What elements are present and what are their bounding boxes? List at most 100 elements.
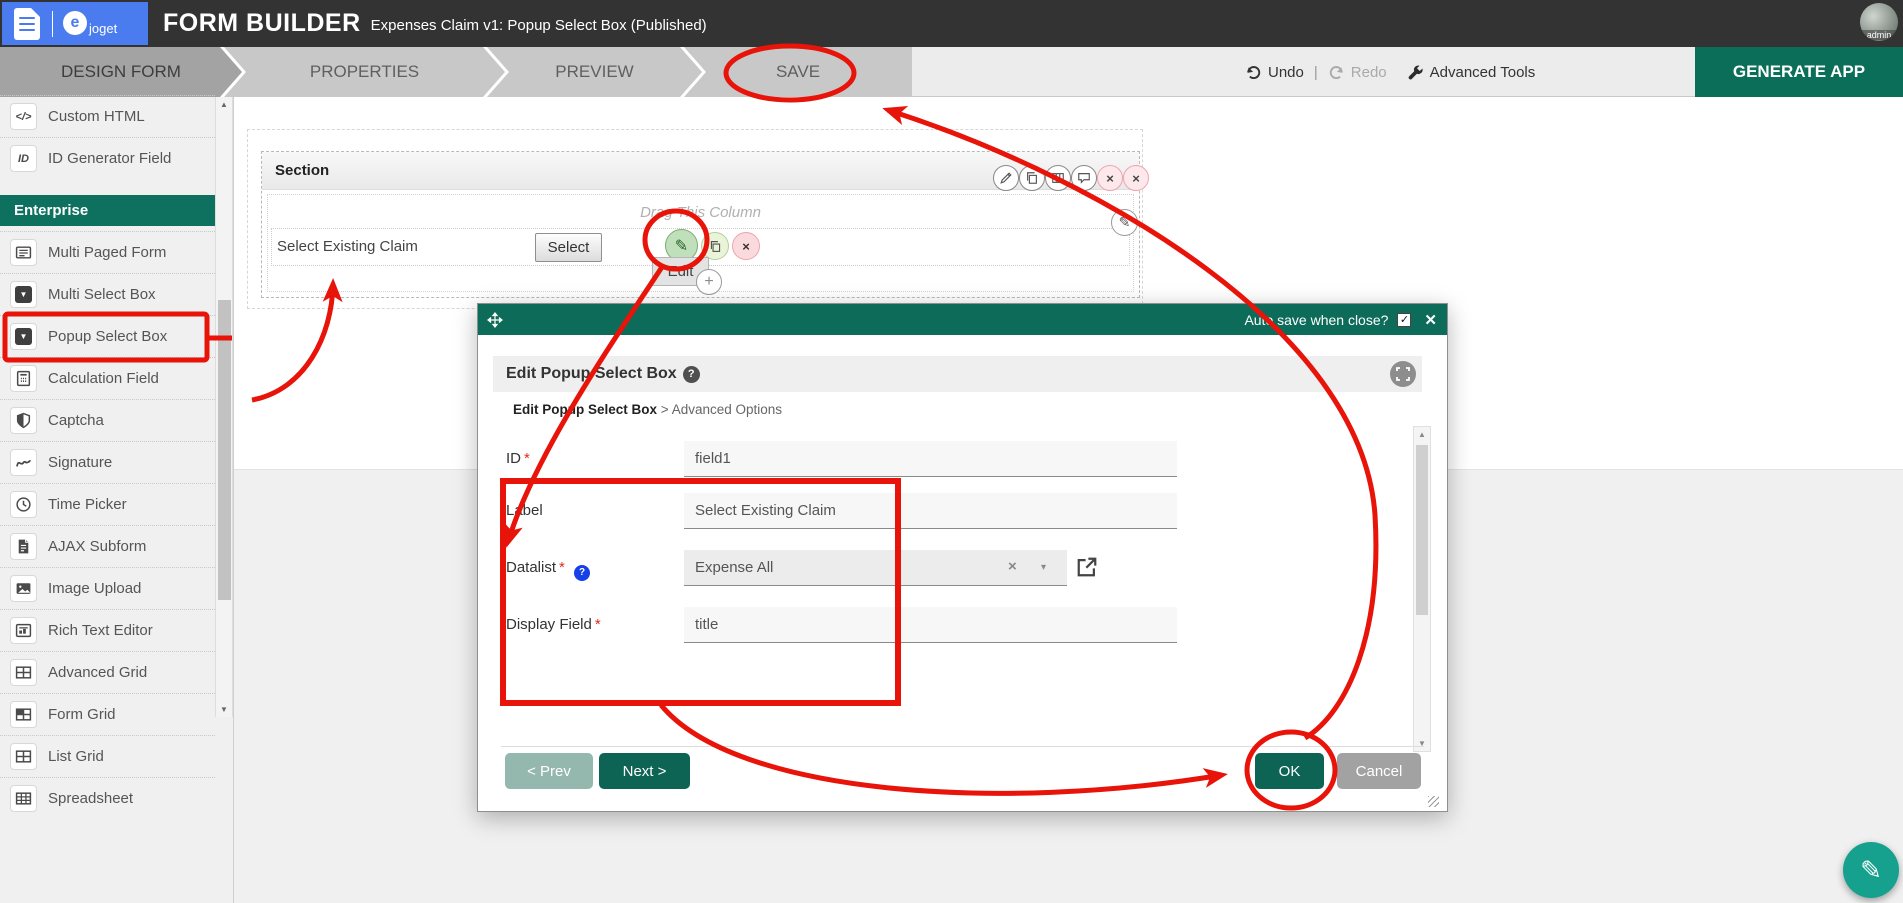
grid-icon xyxy=(10,659,37,686)
palette-item-multi-paged-form[interactable]: Multi Paged Form xyxy=(0,231,215,273)
select-button[interactable]: Select xyxy=(535,233,602,262)
breadcrumb: Edit Popup Select Box > Advanced Options xyxy=(513,402,782,417)
subform-document-icon xyxy=(10,533,37,560)
palette-item-signature[interactable]: Signature xyxy=(0,441,215,483)
paged-form-icon xyxy=(10,239,37,266)
select-box-icon: ▼ xyxy=(10,323,37,350)
cancel-button[interactable]: Cancel xyxy=(1337,753,1421,789)
palette-item-calculation-field[interactable]: Calculation Field xyxy=(0,357,215,399)
palette-item-list-grid[interactable]: List Grid xyxy=(0,735,215,777)
undo-button[interactable]: Undo xyxy=(1268,64,1304,81)
delete-section-icon[interactable]: × xyxy=(1123,165,1149,191)
breadcrumb-separator: > xyxy=(661,402,669,417)
remove-permission-icon[interactable]: × xyxy=(1097,165,1123,191)
external-link-icon[interactable] xyxy=(1076,556,1098,578)
quick-edit-fab[interactable]: ✎ xyxy=(1843,842,1899,898)
next-button[interactable]: Next > xyxy=(599,753,690,789)
label-field-label: Label xyxy=(506,502,543,519)
palette-item-popup-select-box[interactable]: ▼ Popup Select Box xyxy=(0,315,215,357)
breadcrumb-root: Edit Popup Select Box xyxy=(513,402,657,417)
builder-tabbar: DESIGN FORM PROPERTIES PREVIEW SAVE Undo… xyxy=(0,47,1903,97)
scrollbar-thumb[interactable] xyxy=(218,300,231,600)
display-field-input[interactable] xyxy=(684,607,1177,643)
close-icon[interactable]: ✕ xyxy=(1424,311,1437,329)
palette-item-image-upload[interactable]: Image Upload xyxy=(0,567,215,609)
copy-field-icon[interactable] xyxy=(701,232,729,260)
select-box-icon: ▼ xyxy=(10,281,37,308)
tab-design-form[interactable]: DESIGN FORM xyxy=(0,47,242,97)
palette-item-rich-text-editor[interactable]: Rich Text Editor xyxy=(0,609,215,651)
pencil-icon: ✎ xyxy=(1860,855,1882,886)
palette-item-multi-select-box[interactable]: ▼ Multi Select Box xyxy=(0,273,215,315)
datalist-field-label: Datalist* ? xyxy=(506,559,590,581)
resize-handle[interactable] xyxy=(1428,796,1439,807)
prev-button[interactable]: < Prev xyxy=(505,753,593,789)
form-builder-app: e joget FORM BUILDER Expenses Claim v1: … xyxy=(0,0,1903,903)
palette-item-advanced-grid[interactable]: Advanced Grid xyxy=(0,651,215,693)
palette-item-time-picker[interactable]: Time Picker xyxy=(0,483,215,525)
autosave-label: Auto save when close? xyxy=(1244,312,1388,328)
grid-icon xyxy=(10,785,37,812)
redo-button[interactable]: Redo xyxy=(1351,64,1387,81)
page-title: FORM BUILDER xyxy=(163,9,361,38)
palette-item-form-grid[interactable]: Form Grid xyxy=(0,693,215,735)
tab-properties[interactable]: PROPERTIES xyxy=(224,47,505,97)
avatar-label: admin xyxy=(1860,30,1898,40)
palette-item-custom-html[interactable]: </> Custom HTML xyxy=(0,95,215,137)
user-avatar[interactable]: admin xyxy=(1860,3,1898,41)
fullscreen-icon[interactable] xyxy=(1390,361,1416,387)
section-toolbar: × × xyxy=(993,165,1149,191)
scroll-down-icon[interactable]: ▼ xyxy=(216,705,232,714)
scroll-up-icon[interactable]: ▲ xyxy=(1414,430,1430,439)
help-icon[interactable]: ? xyxy=(683,366,700,383)
dialog-title: Edit Popup Select Box xyxy=(506,365,677,383)
comment-icon[interactable] xyxy=(1071,165,1097,191)
grid-icon xyxy=(10,701,37,728)
logo-block[interactable]: e joget xyxy=(2,2,148,45)
generate-app-button[interactable]: GENERATE APP xyxy=(1695,47,1903,97)
section-header[interactable]: Section × × xyxy=(262,152,1139,190)
logo-divider xyxy=(52,11,53,37)
joget-logo[interactable]: e joget xyxy=(63,11,117,36)
image-icon xyxy=(10,575,37,602)
shield-icon xyxy=(10,407,37,434)
scrollbar-thumb[interactable] xyxy=(1416,445,1428,615)
palette-item-ajax-subform[interactable]: AJAX Subform xyxy=(0,525,215,567)
scroll-up-icon[interactable]: ▲ xyxy=(216,100,232,109)
edit-column-icon[interactable]: ✎ xyxy=(1111,209,1138,236)
dialog-titlebar[interactable]: Auto save when close? ✓ ✕ xyxy=(478,304,1447,335)
palette-item-captcha[interactable]: Captcha xyxy=(0,399,215,441)
chevron-down-icon[interactable]: ▾ xyxy=(1041,562,1046,573)
tab-preview[interactable]: PREVIEW xyxy=(487,47,702,97)
dialog-scrollbar[interactable]: ▲ ▼ xyxy=(1413,426,1431,752)
tab-save[interactable]: SAVE xyxy=(684,47,912,97)
edit-section-icon[interactable] xyxy=(993,165,1019,191)
palette-group-enterprise: Enterprise xyxy=(0,195,215,226)
ok-button[interactable]: OK xyxy=(1255,753,1324,789)
dialog-header-strip: Edit Popup Select Box ? xyxy=(493,356,1422,392)
undo-icon[interactable] xyxy=(1245,64,1262,81)
label-input[interactable] xyxy=(684,493,1177,529)
calculator-icon xyxy=(10,365,37,392)
autosave-checkbox[interactable]: ✓ xyxy=(1397,313,1411,327)
copy-section-icon[interactable] xyxy=(1019,165,1045,191)
add-element-icon[interactable]: + xyxy=(696,269,722,295)
redo-icon[interactable] xyxy=(1328,64,1345,81)
palette-item-id-generator[interactable]: ID ID Generator Field xyxy=(0,137,215,179)
breadcrumb-current: Advanced Options xyxy=(672,402,782,417)
columns-icon[interactable] xyxy=(1045,165,1071,191)
delete-field-icon[interactable]: × xyxy=(732,232,760,260)
joget-logo-text: joget xyxy=(89,21,117,36)
id-icon: ID xyxy=(10,145,37,172)
move-icon[interactable] xyxy=(487,312,503,328)
top-header: e joget FORM BUILDER Expenses Claim v1: … xyxy=(0,0,1903,47)
clear-selection-icon[interactable]: × xyxy=(1008,558,1017,575)
sidebar-scrollbar[interactable]: ▲ ▼ xyxy=(215,97,233,717)
id-input[interactable] xyxy=(684,441,1177,477)
datalist-help-icon[interactable]: ? xyxy=(574,565,590,581)
richtext-icon xyxy=(10,617,37,644)
advanced-tools-button[interactable]: Advanced Tools xyxy=(1430,64,1536,81)
document-logo-icon xyxy=(14,8,40,40)
palette-item-spreadsheet[interactable]: Spreadsheet xyxy=(0,777,215,819)
code-icon: </> xyxy=(10,103,37,130)
